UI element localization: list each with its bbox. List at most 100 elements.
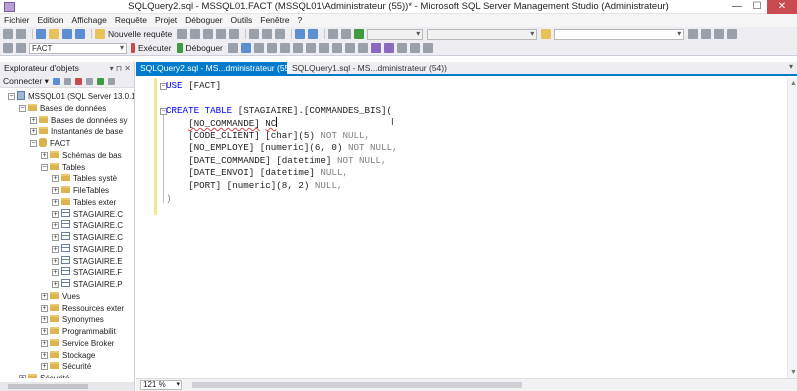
- xmla-icon[interactable]: [216, 29, 227, 39]
- tree-node[interactable]: − Tables: [0, 162, 85, 173]
- tree-node[interactable]: + Synonymes: [0, 314, 104, 325]
- database-dropdown[interactable]: FACT: [29, 42, 127, 54]
- expand-icon[interactable]: +: [19, 375, 26, 378]
- expand-icon[interactable]: +: [52, 222, 59, 230]
- tree-node[interactable]: + Service Broker: [0, 338, 114, 349]
- back-icon[interactable]: [3, 29, 13, 39]
- new-query-button[interactable]: Nouvelle requête: [108, 29, 172, 39]
- results-file-icon[interactable]: [357, 43, 368, 53]
- outdent-icon[interactable]: [396, 43, 407, 53]
- find-dropdown[interactable]: [554, 28, 685, 40]
- maximize-button[interactable]: ☐: [747, 0, 767, 14]
- tree-node[interactable]: + FileTables: [0, 185, 109, 196]
- expand-icon[interactable]: +: [30, 128, 37, 136]
- explorer-horizontal-scrollbar[interactable]: [0, 382, 134, 391]
- dax-icon[interactable]: [229, 29, 240, 39]
- save-all-icon[interactable]: [75, 29, 85, 39]
- refresh-icon[interactable]: [96, 77, 104, 85]
- tree-node[interactable]: + Programmabilit: [0, 326, 116, 337]
- tree-node[interactable]: + Schémas de bas: [0, 150, 122, 161]
- sql-editor[interactable]: − − USE [FACT] CREATE TABLE [STAGIAIRE].…: [136, 78, 787, 378]
- expand-icon[interactable]: +: [52, 210, 59, 218]
- expand-icon[interactable]: +: [52, 281, 59, 288]
- expand-icon[interactable]: +: [41, 292, 48, 300]
- intellisense-icon[interactable]: [279, 43, 290, 53]
- indent-icon[interactable]: [409, 43, 420, 53]
- uncomment-icon[interactable]: [383, 43, 394, 53]
- paste-icon[interactable]: [275, 29, 286, 39]
- specify-values-icon[interactable]: [422, 43, 433, 53]
- change-connection-icon[interactable]: [16, 43, 26, 53]
- tree-node[interactable]: + STAGIAIRE.C: [0, 220, 123, 231]
- expand-icon[interactable]: +: [52, 257, 59, 265]
- customize-icon[interactable]: [727, 29, 738, 39]
- tree-node[interactable]: + Stockage: [0, 350, 95, 361]
- properties-icon[interactable]: [688, 29, 699, 39]
- scroll-thumb[interactable]: [8, 384, 88, 389]
- expand-icon[interactable]: +: [30, 116, 37, 124]
- navigate-forward-icon[interactable]: [341, 29, 352, 39]
- menu-fenetre[interactable]: Fenêtre: [260, 14, 289, 27]
- expand-icon[interactable]: +: [41, 328, 48, 335]
- tree-node[interactable]: + Instantanés de base: [0, 126, 123, 137]
- display-plan-icon[interactable]: [253, 43, 264, 53]
- menu-outils[interactable]: Outils: [231, 14, 253, 27]
- client-stats-icon[interactable]: [318, 43, 329, 53]
- expand-icon[interactable]: +: [41, 151, 48, 159]
- close-button[interactable]: ✕: [767, 0, 797, 14]
- debug-button[interactable]: Déboguer: [186, 43, 223, 53]
- tree-node[interactable]: + Sécurité: [0, 373, 69, 378]
- scroll-down-icon[interactable]: ▼: [790, 369, 797, 376]
- dmx-icon[interactable]: [203, 29, 214, 39]
- undo-icon[interactable]: [295, 29, 306, 39]
- minimize-button[interactable]: —: [727, 0, 747, 14]
- expand-icon[interactable]: +: [41, 304, 48, 312]
- mdx-icon[interactable]: [190, 29, 201, 39]
- tree-node[interactable]: + Tables systè: [0, 173, 117, 184]
- live-stats-icon[interactable]: [305, 43, 316, 53]
- tree-node[interactable]: + STAGIAIRE.P: [0, 279, 123, 290]
- expand-icon[interactable]: +: [41, 351, 48, 359]
- expand-icon[interactable]: +: [52, 187, 59, 194]
- connect-icon[interactable]: [3, 43, 13, 53]
- tree-node[interactable]: + Ressources exter: [0, 303, 124, 314]
- query-designer-icon[interactable]: [266, 43, 277, 53]
- expand-icon[interactable]: +: [41, 316, 48, 324]
- new-query-icon[interactable]: [95, 29, 105, 39]
- parse-icon[interactable]: [240, 43, 251, 53]
- scroll-up-icon[interactable]: ▲: [790, 80, 797, 87]
- tree-node[interactable]: + STAGIAIRE.E: [0, 255, 123, 267]
- cut-icon[interactable]: [249, 29, 260, 39]
- solution-config-dropdown[interactable]: [367, 28, 424, 40]
- tree-node[interactable]: + STAGIAIRE.D: [0, 243, 123, 255]
- tab-sqlquery2[interactable]: SQLQuery2.sql - MS...dministrateur (55))…: [136, 62, 311, 74]
- menu-requete[interactable]: Requête: [115, 14, 147, 27]
- new-project-icon[interactable]: [36, 29, 46, 39]
- object-explorer-icon[interactable]: [714, 29, 725, 39]
- scroll-thumb[interactable]: [192, 382, 522, 388]
- filter-icon[interactable]: [85, 77, 93, 85]
- comment-icon[interactable]: [370, 43, 381, 53]
- connect-dropdown[interactable]: Connecter ▾: [3, 76, 49, 87]
- expand-icon[interactable]: +: [52, 234, 59, 241]
- execute-button[interactable]: Exécuter: [138, 43, 172, 53]
- editor-vertical-scrollbar[interactable]: ▲ ▼: [787, 78, 797, 378]
- tree-node[interactable]: − MSSQL01 (SQL Server 13.0.1: [0, 91, 134, 102]
- expand-icon[interactable]: +: [52, 198, 59, 206]
- actual-plan-icon[interactable]: [292, 43, 303, 53]
- menu-affichage[interactable]: Affichage: [72, 14, 107, 27]
- tree-node[interactable]: + STAGIAIRE.C: [0, 208, 123, 220]
- redo-icon[interactable]: [308, 29, 319, 39]
- platform-dropdown[interactable]: [427, 28, 538, 40]
- tree-node[interactable]: + Sécurité: [0, 361, 91, 372]
- editor-horizontal-scrollbar[interactable]: [186, 382, 786, 388]
- collapse-icon[interactable]: −: [30, 140, 37, 147]
- expand-icon[interactable]: +: [52, 245, 59, 253]
- tree-node[interactable]: + Bases de données sy: [0, 115, 128, 126]
- menu-projet[interactable]: Projet: [155, 14, 177, 27]
- menu-help[interactable]: ?: [298, 14, 303, 27]
- execute-icon[interactable]: [131, 43, 135, 53]
- find-icon[interactable]: [541, 29, 552, 39]
- debug-icon[interactable]: [176, 43, 183, 53]
- panel-buttons[interactable]: ▾ ⊓ ✕: [110, 62, 131, 75]
